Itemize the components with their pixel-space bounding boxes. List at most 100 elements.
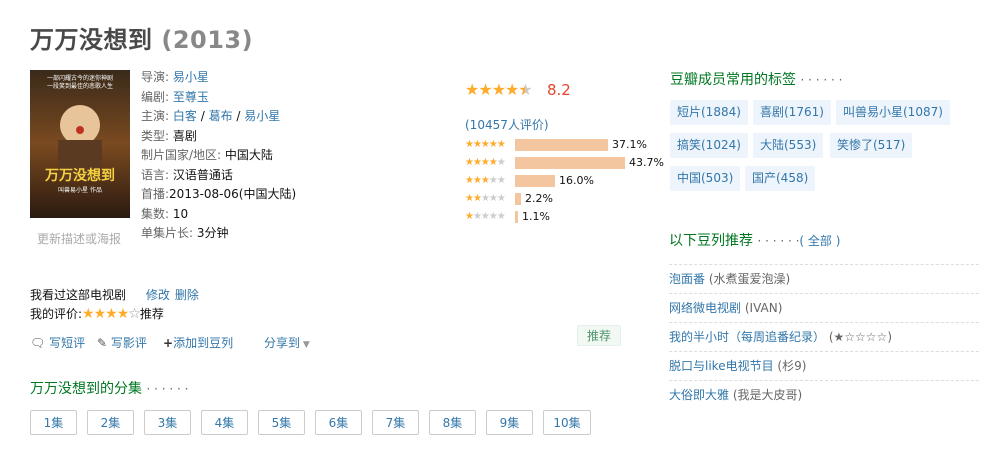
doulist-section-title: 以下豆列推荐 bbox=[669, 233, 753, 249]
episode-button[interactable]: 9集 bbox=[486, 410, 533, 435]
doulist-all-link[interactable]: ( 全部 ) bbox=[799, 234, 840, 248]
rating-percent: 16.0% bbox=[559, 174, 594, 187]
comment-icon: 🗨 bbox=[30, 336, 46, 350]
doulist-item: 大俗即大雅 (我是大皮哥) bbox=[669, 380, 979, 410]
doulist-item: 脱口与like电视节目 (杉9) bbox=[669, 351, 979, 381]
episodes-row: 集数: 10 bbox=[141, 205, 296, 225]
tags-section-title: 豆瓣成员常用的标签 bbox=[670, 72, 796, 88]
cast-link-1[interactable]: 白客 bbox=[173, 109, 197, 123]
poster-image[interactable]: 一部闪耀古今的迷你神剧 一段笑到最佳的悲歌人生 万万没想到 叫兽易小星 作品 bbox=[30, 70, 130, 218]
language-value: 汉语普通话 bbox=[172, 167, 233, 182]
cast-link-2[interactable]: 葛布 bbox=[209, 109, 233, 123]
genre-label: 类型: bbox=[141, 128, 170, 143]
share-button[interactable]: 分享到 ▼ bbox=[264, 334, 310, 351]
title-name: 万万没想到 bbox=[30, 26, 153, 54]
doulist-link[interactable]: 脱口与like电视节目 bbox=[669, 359, 774, 373]
star-rating-icon: ★★★★★ bbox=[465, 175, 506, 186]
tag-link[interactable]: 笑惨了(517) bbox=[830, 133, 913, 158]
duration-label: 单集片长: bbox=[141, 226, 194, 240]
poster-tagline-2: 一段笑到最佳的悲歌人生 bbox=[47, 82, 113, 90]
doulist-link[interactable]: 我的半小时（每周追番纪录） bbox=[669, 330, 825, 344]
writer-link[interactable]: 至尊玉 bbox=[173, 90, 209, 104]
episodes-section-title: 万万没想到的分集 bbox=[30, 381, 142, 397]
tag-link[interactable]: 喜剧(1761) bbox=[753, 100, 831, 125]
tag-link[interactable]: 大陆(553) bbox=[753, 133, 824, 158]
premiere-label: 首播: bbox=[141, 187, 170, 201]
episode-button[interactable]: 6集 bbox=[315, 410, 362, 435]
cast-label: 主演: bbox=[141, 109, 170, 123]
episode-button[interactable]: 4集 bbox=[201, 410, 248, 435]
poster-brand: 万万没想到 bbox=[44, 167, 115, 184]
director-link[interactable]: 易小星 bbox=[173, 70, 209, 84]
rating-bar bbox=[515, 175, 555, 187]
doulist-section-dots: · · · · · · bbox=[757, 234, 800, 248]
episode-button[interactable]: 2集 bbox=[87, 410, 134, 435]
tags-section-heading: 豆瓣成员常用的标签 · · · · · · bbox=[670, 69, 842, 89]
premiere-value: 2013-08-06(中国大陆) bbox=[169, 187, 297, 201]
episode-button[interactable]: 8集 bbox=[429, 410, 476, 435]
duration-value: 3分钟 bbox=[196, 226, 229, 240]
doulist-author: (杉9) bbox=[777, 359, 807, 373]
review-button[interactable]: ✎ 写影评 bbox=[97, 334, 147, 351]
tag-link[interactable]: 国产(458) bbox=[745, 166, 816, 191]
language-label: 语言: bbox=[141, 167, 170, 182]
cast-row: 主演: 白客 / 葛布 / 易小星 bbox=[141, 109, 281, 123]
language-row: 语言: 汉语普通话 bbox=[141, 166, 296, 186]
episodes-section-dots: · · · · · · bbox=[146, 382, 189, 396]
episode-button[interactable]: 5集 bbox=[258, 410, 305, 435]
doulist-author: (IVAN) bbox=[744, 301, 783, 315]
cast-link-3[interactable]: 易小星 bbox=[244, 109, 280, 123]
poster-tagline-1: 一部闪耀古今的迷你神剧 bbox=[47, 74, 113, 82]
director-label: 导演: bbox=[141, 70, 170, 84]
rating-percent: 37.1% bbox=[612, 138, 647, 151]
country-row: 制片国家/地区: 中国大陆 bbox=[141, 146, 296, 166]
rating-votes-link[interactable]: (10457人评价) bbox=[465, 116, 549, 133]
star-rating-icon: ★★★★★ bbox=[465, 193, 506, 204]
director-row: 导演: 易小星 bbox=[141, 68, 296, 88]
tag-link[interactable]: 短片(1884) bbox=[670, 100, 748, 125]
genre-value: 喜剧 bbox=[172, 128, 197, 143]
poster-sub: 叫兽易小星 作品 bbox=[58, 186, 102, 194]
rating-percent: 43.7% bbox=[629, 156, 664, 169]
tags-section-dots: · · · · · · bbox=[800, 73, 843, 87]
rating-stars-icon: ★★★★★★ bbox=[465, 80, 533, 99]
add-doulist-button[interactable]: +添加到豆列 bbox=[163, 334, 233, 351]
duration-row: 单集片长: 3分钟 bbox=[141, 224, 296, 244]
doulist-link[interactable]: 网络微电视剧 bbox=[669, 301, 741, 315]
episode-button[interactable]: 1集 bbox=[30, 410, 77, 435]
doulist-item: 网络微电视剧 (IVAN) bbox=[669, 293, 979, 323]
watched-text: 我看过这部电视剧 bbox=[30, 288, 127, 302]
short-review-button[interactable]: 🗨 写短评 bbox=[30, 334, 85, 351]
tag-link[interactable]: 叫兽易小星(1087) bbox=[836, 100, 950, 125]
episode-button[interactable]: 7集 bbox=[372, 410, 419, 435]
episode-button[interactable]: 3集 bbox=[144, 410, 191, 435]
update-description-link[interactable]: 更新描述或海报 bbox=[37, 230, 121, 247]
rating-percent: 2.2% bbox=[525, 192, 553, 205]
episodes-label: 集数: bbox=[141, 206, 170, 221]
recommend-button[interactable]: 推荐 bbox=[577, 325, 622, 346]
tag-link[interactable]: 搞笑(1024) bbox=[670, 133, 748, 158]
doulist-author: (水煮蛋爱泡澡) bbox=[708, 272, 791, 286]
doulist-link[interactable]: 大俗即大雅 bbox=[669, 388, 729, 402]
rating-bar bbox=[515, 157, 625, 169]
doulist-item: 泡面番 (水煮蛋爱泡澡) bbox=[669, 264, 979, 294]
my-rating: 我的评价:★★★★☆推荐 bbox=[30, 305, 164, 322]
episode-button[interactable]: 10集 bbox=[543, 410, 591, 435]
review-label: 写影评 bbox=[110, 336, 147, 350]
edit-link[interactable]: 修改 bbox=[146, 288, 170, 302]
doulist-link[interactable]: 泡面番 bbox=[669, 272, 705, 286]
delete-link[interactable]: 删除 bbox=[175, 288, 199, 302]
rating-bar bbox=[515, 139, 608, 151]
add-doulist-label: 添加到豆列 bbox=[173, 336, 234, 350]
doulist-author: (我是大皮哥) bbox=[732, 388, 803, 402]
share-label: 分享到 bbox=[264, 336, 301, 350]
rating-percent: 1.1% bbox=[522, 210, 550, 223]
my-rating-stars-icon[interactable]: ★★★★☆ bbox=[82, 306, 141, 322]
pencil-icon: ✎ bbox=[97, 336, 108, 350]
doulist-section-heading: 以下豆列推荐 · · · · · ·( 全部 ) bbox=[669, 230, 840, 250]
writer-row: 编剧: 至尊玉 bbox=[141, 88, 296, 108]
episodes-value: 10 bbox=[172, 206, 189, 221]
tag-link[interactable]: 中国(503) bbox=[670, 166, 741, 191]
rating-panel: ★★★★★★ 8.2 (10457人评价) ★★★★★ 37.1% ★★★★★ 43.… bbox=[465, 80, 664, 223]
country-label: 制片国家/地区: bbox=[141, 148, 222, 162]
